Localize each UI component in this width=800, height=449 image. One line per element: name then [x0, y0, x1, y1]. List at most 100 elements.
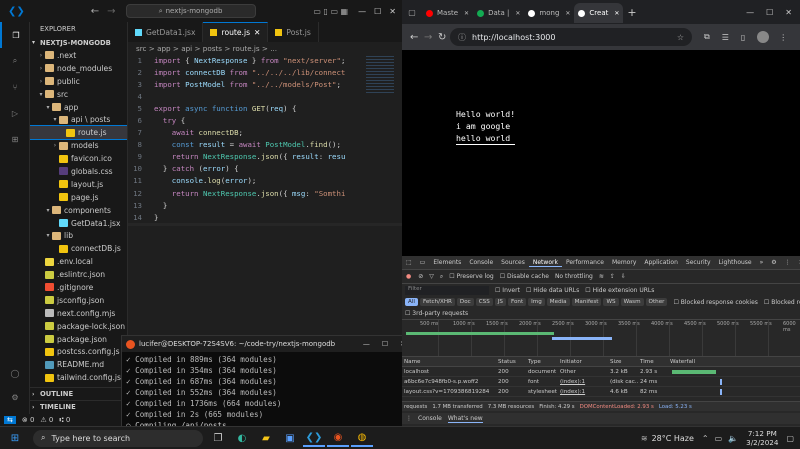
tree-item[interactable]: .eslintrc.json: [30, 268, 127, 281]
tree-item[interactable]: ▾ app: [30, 101, 127, 114]
chrome-taskbar-icon[interactable]: ◍: [351, 429, 373, 447]
tree-item[interactable]: .gitignore: [30, 281, 127, 294]
close-button[interactable]: ✕: [389, 7, 396, 16]
invert-checkbox[interactable]: ☐ Invert: [492, 287, 523, 294]
third-party-checkbox[interactable]: ☐ 3rd-party requests: [405, 310, 468, 317]
throttling-select[interactable]: No throttling: [552, 273, 596, 280]
close-icon[interactable]: ✕: [614, 10, 619, 17]
taskbar-search[interactable]: ⌕ Type here to search: [33, 429, 203, 447]
browser-tab[interactable]: Creat ✕: [574, 3, 624, 23]
clear-icon[interactable]: ⊘: [415, 273, 426, 280]
tree-item[interactable]: jsconfig.json: [30, 294, 127, 307]
bookmark-star-icon[interactable]: ☆: [677, 33, 684, 42]
command-center-search[interactable]: ⌕ nextjs-mongodb: [125, 4, 256, 18]
tree-item[interactable]: › models: [30, 139, 127, 152]
search-icon[interactable]: ⌕: [0, 48, 30, 74]
more-tabs-icon[interactable]: »: [756, 259, 768, 266]
filter-input[interactable]: Filter: [405, 285, 489, 295]
profile-avatar[interactable]: [757, 31, 770, 43]
column-header[interactable]: Time: [638, 359, 668, 365]
editor-tab[interactable]: Post.js: [268, 22, 319, 42]
devtools-tab[interactable]: Memory: [608, 259, 640, 266]
minimap[interactable]: [366, 54, 394, 94]
windows-start-icon[interactable]: ⊞: [4, 429, 26, 447]
back-icon[interactable]: ←: [410, 32, 418, 43]
tree-item[interactable]: .env.local: [30, 255, 127, 268]
tree-item[interactable]: ▾ api \ posts: [30, 113, 127, 126]
browser-tab[interactable]: Maste ✕: [422, 3, 473, 23]
tree-item[interactable]: › public: [30, 75, 127, 88]
vscode-taskbar-icon[interactable]: ❮❯: [303, 429, 325, 447]
code-editor[interactable]: 1 import { NextResponse } from "next/serv…: [128, 54, 402, 226]
devtools-tab[interactable]: Network: [528, 259, 562, 267]
close-icon[interactable]: ✕: [565, 10, 570, 17]
column-header[interactable]: Name: [402, 359, 496, 365]
drawer-menu-icon[interactable]: ⋮: [406, 415, 412, 422]
column-header[interactable]: Waterfall: [668, 359, 800, 365]
devtools-tab[interactable]: Lighthouse: [715, 259, 756, 266]
maximize-button[interactable]: ☐: [766, 8, 773, 17]
network-icon[interactable]: ▭: [715, 434, 723, 443]
type-filter-button[interactable]: Fetch/XHR: [419, 298, 455, 306]
editor-tab[interactable]: route.js ✕: [203, 22, 269, 42]
tree-item[interactable]: › .next: [30, 49, 127, 62]
close-icon[interactable]: ✕: [464, 10, 469, 17]
maximize-button[interactable]: ☐: [374, 7, 381, 16]
tree-item[interactable]: layout.js: [30, 178, 127, 191]
layout-icon[interactable]: ▭ ▯ ▭ ▦: [313, 7, 348, 16]
forward-icon[interactable]: →: [424, 32, 432, 43]
extensions-icon[interactable]: ⧉: [704, 32, 710, 42]
type-filter-button[interactable]: All: [405, 298, 418, 306]
disable-cache-checkbox[interactable]: ☐ Disable cache: [497, 273, 552, 280]
network-overview-timeline[interactable]: 500 ms 1000 ms 1500 ms 2000 ms 2500 ms 3000 m…: [402, 319, 800, 357]
edge-icon[interactable]: ◐: [231, 429, 253, 447]
blocked-cookies-checkbox[interactable]: ☐ Blocked response cookies: [673, 299, 757, 306]
settings-gear-icon[interactable]: ⚙: [767, 259, 780, 266]
tree-item[interactable]: README.md: [30, 358, 127, 371]
outline-section[interactable]: › OUTLINE: [30, 387, 127, 400]
address-bar[interactable]: ⓘ http://localhost:3000 ☆: [450, 28, 692, 46]
breadcrumb[interactable]: src > app > api > posts > route.js > ...: [128, 42, 402, 54]
table-row[interactable]: layout.css?v=1709386819284 200 stylesheet(…: [402, 387, 800, 397]
warnings-count[interactable]: ⚠ 0: [40, 416, 53, 424]
tree-item[interactable]: connectDB.js: [30, 242, 127, 255]
file-explorer-icon[interactable]: ▰: [255, 429, 277, 447]
record-icon[interactable]: ●: [402, 273, 415, 280]
extensions-icon[interactable]: ⊞: [0, 126, 30, 152]
type-filter-button[interactable]: Doc: [456, 298, 474, 306]
nav-back-button[interactable]: ←: [91, 6, 99, 17]
maximize-button[interactable]: ☐: [382, 340, 388, 348]
devtools-tab[interactable]: Performance: [562, 259, 608, 266]
tree-item[interactable]: package-lock.json: [30, 320, 127, 333]
devtools-tab[interactable]: Application: [640, 259, 682, 266]
type-filter-button[interactable]: CSS: [475, 298, 493, 306]
task-view-icon[interactable]: ❐: [207, 429, 229, 447]
browser-tab[interactable]: Data | ✕: [473, 3, 524, 23]
tree-item[interactable]: postcss.config.js: [30, 345, 127, 358]
minimize-button[interactable]: —: [746, 8, 754, 17]
tree-item[interactable]: tailwind.config.js: [30, 371, 127, 384]
settings-gear-icon[interactable]: ⚙: [0, 384, 30, 410]
ports-count[interactable]: ⑆ 0: [59, 416, 70, 424]
tree-item[interactable]: ▾ src: [30, 88, 127, 101]
tab-search-icon[interactable]: ▢: [402, 8, 422, 17]
column-header[interactable]: Status: [496, 359, 526, 365]
devtools-tab[interactable]: Elements: [429, 259, 465, 266]
type-filter-button[interactable]: Wasm: [620, 298, 644, 306]
type-filter-button[interactable]: Media: [546, 298, 570, 306]
drawer-tab-console[interactable]: Console: [418, 415, 442, 422]
tree-item[interactable]: next.config.mjs: [30, 307, 127, 320]
reload-icon[interactable]: ↻: [438, 32, 446, 43]
errors-count[interactable]: ⊗ 0: [22, 416, 35, 424]
devtools-tab[interactable]: Security: [682, 259, 715, 266]
tree-item[interactable]: globals.css: [30, 165, 127, 178]
type-filter-button[interactable]: JS: [494, 298, 506, 306]
tree-item[interactable]: favicon.ico: [30, 152, 127, 165]
timeline-section[interactable]: › TIMELINE: [30, 400, 127, 413]
browser-tab[interactable]: mong ✕: [524, 3, 574, 23]
minimize-button[interactable]: —: [358, 7, 366, 16]
remote-indicator-icon[interactable]: ⇆: [4, 416, 16, 424]
drawer-tab-whats-new[interactable]: What's new: [447, 415, 483, 423]
devtools-tab[interactable]: Console: [465, 259, 497, 266]
source-control-icon[interactable]: ⑂: [0, 74, 30, 100]
